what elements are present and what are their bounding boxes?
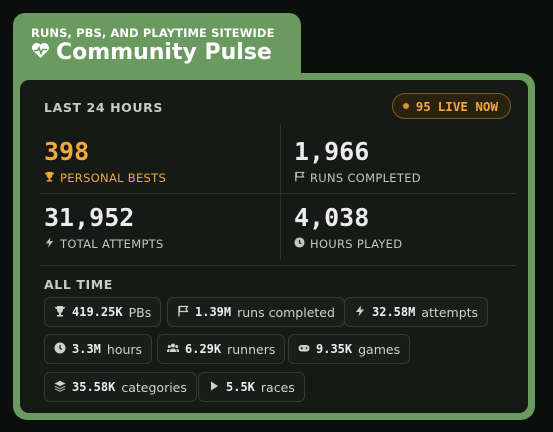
pill-value: 419.25K [72, 305, 123, 319]
play-icon [208, 380, 220, 395]
stat-value: 31,952 [44, 203, 135, 232]
stat-runs-completed: 1,966 RUNS COMPLETED [294, 137, 421, 186]
pill-label: attempts [421, 304, 479, 320]
trophy-icon [44, 171, 55, 185]
header-kicker: RUNS, PBS, AND PLAYTIME SITEWIDE [31, 26, 275, 40]
bolt-icon [354, 305, 366, 320]
alltime-pbs-pill[interactable]: 419.25K PBs [44, 297, 162, 327]
alltime-hours-pill[interactable]: 3.3M hours [44, 334, 153, 364]
all-time-label: ALL TIME [44, 277, 113, 292]
page-title: Community Pulse [31, 40, 272, 65]
live-label: LIVE NOW [437, 98, 498, 114]
pill-value: 6.29K [185, 342, 222, 356]
flag-icon [177, 305, 189, 320]
stat-hours-played: 4,038 HOURS PLAYED [294, 203, 403, 252]
pill-label: categories [121, 379, 187, 395]
trophy-icon [54, 305, 66, 320]
pill-value: 5.5K [226, 380, 255, 394]
page-title-text: Community Pulse [56, 40, 272, 65]
stats-divider [40, 193, 516, 194]
stat-value: 1,966 [294, 137, 370, 166]
flag-icon [294, 171, 305, 185]
heart-pulse-icon [31, 40, 50, 65]
card-inner: LAST 24 HOURS 95 LIVE NOW 398 PERSONAL B… [20, 80, 528, 413]
pill-value: 9.35K [316, 342, 353, 356]
alltime-runners-pill[interactable]: 6.29K runners [157, 334, 286, 364]
layers-icon [54, 380, 66, 395]
clock-icon [294, 237, 305, 251]
alltime-races-pill[interactable]: 5.5K races [198, 372, 305, 402]
stat-label: HOURS PLAYED [310, 237, 403, 251]
pill-value: 3.3M [72, 342, 101, 356]
alltime-runs-pill[interactable]: 1.39M runs completed [167, 297, 345, 327]
bolt-icon [44, 237, 55, 251]
pill-label: PBs [128, 304, 152, 320]
stat-personal-bests: 398 PERSONAL BESTS [44, 137, 167, 186]
stats-vertical-divider [280, 124, 281, 260]
live-dot-icon [402, 103, 409, 109]
section-divider [40, 265, 516, 266]
pill-label: runners [227, 341, 276, 357]
pill-label: races [260, 379, 295, 395]
stat-label: TOTAL ATTEMPTS [60, 237, 164, 251]
live-count: 95 [415, 98, 431, 114]
stat-label: PERSONAL BESTS [60, 171, 167, 185]
gamepad-icon [298, 342, 310, 357]
alltime-attempts-pill[interactable]: 32.58M attempts [344, 297, 489, 327]
pill-value: 32.58M [372, 305, 416, 319]
alltime-categories-pill[interactable]: 35.58K categories [44, 372, 197, 402]
pill-value: 1.39M [195, 305, 232, 319]
stat-total-attempts: 31,952 TOTAL ATTEMPTS [44, 203, 164, 252]
community-pulse-card: LAST 24 HOURS 95 LIVE NOW 398 PERSONAL B… [13, 73, 535, 420]
live-now-badge[interactable]: 95 LIVE NOW [391, 93, 511, 119]
users-icon [166, 342, 180, 357]
pill-label: hours [106, 341, 143, 357]
pill-label: runs completed [237, 304, 335, 320]
stat-value: 398 [44, 137, 90, 166]
clock-icon [54, 342, 66, 357]
last-24-hours-label: LAST 24 HOURS [44, 100, 163, 115]
stat-value: 4,038 [294, 203, 370, 232]
pill-value: 35.58K [72, 380, 116, 394]
alltime-games-pill[interactable]: 9.35K games [288, 334, 411, 364]
stat-label: RUNS COMPLETED [310, 171, 421, 185]
pill-label: games [358, 341, 401, 357]
